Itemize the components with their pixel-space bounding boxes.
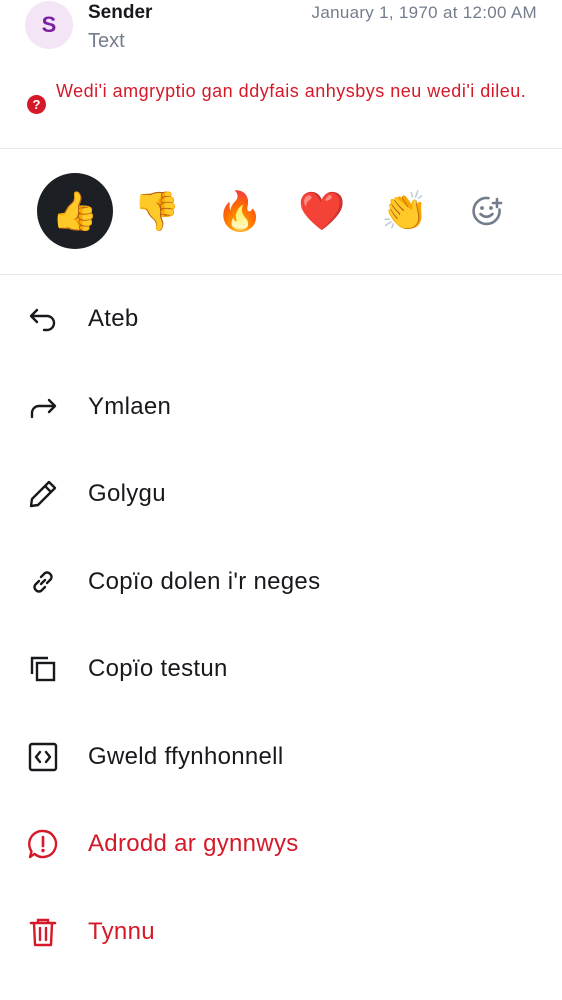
menu-item-label: Copïo dolen i'r neges <box>88 567 321 595</box>
menu-item-report[interactable]: Adrodd ar gynnwys <box>0 800 562 887</box>
add-reaction-icon[interactable] <box>469 193 505 229</box>
menu-item-label: Ateb <box>88 304 139 332</box>
divider <box>0 148 562 149</box>
forward-icon <box>30 398 57 418</box>
copy-icon <box>30 656 56 681</box>
menu-item-label: Ymlaen <box>88 392 172 420</box>
reaction-thumbs-down[interactable]: 👎 <box>119 173 195 249</box>
view-source-icon <box>28 742 58 771</box>
delete-icon <box>29 918 57 946</box>
decryption-error: ? Wedi'i amgryptio gan ddyfais anhysbys … <box>27 78 527 114</box>
menu-item-label: Tynnu <box>88 917 155 945</box>
avatar[interactable]: S <box>25 1 73 49</box>
menu-item-copy-text[interactable]: Copïo testun <box>0 625 562 712</box>
decryption-error-text: Wedi'i amgryptio gan ddyfais anhysbys ne… <box>56 81 527 101</box>
question-icon: ? <box>27 95 46 114</box>
message-timestamp: January 1, 1970 at 12:00 AM <box>311 3 537 22</box>
menu-item-edit[interactable]: Golygu <box>0 450 562 537</box>
menu-item-label: Copïo testun <box>88 654 228 682</box>
menu-item-label: Gweld ffynhonnell <box>88 742 284 770</box>
reaction-fire[interactable]: 🔥 <box>202 173 278 249</box>
menu-item-reply[interactable]: Ateb <box>0 275 562 362</box>
message-header: S Sender January 1, 1970 at 12:00 AM Tex… <box>0 0 562 149</box>
menu-item-view-source[interactable]: Gweld ffynhonnell <box>0 713 562 800</box>
message-body: Text <box>88 30 125 52</box>
menu-item-label: Golygu <box>88 479 166 507</box>
reaction-clapping-hands[interactable]: 👏 <box>367 173 443 249</box>
menu-item-label: Adrodd ar gynnwys <box>88 829 299 857</box>
menu-item-forward[interactable]: Ymlaen <box>0 363 562 450</box>
edit-icon <box>29 480 57 507</box>
menu-item-remove[interactable]: Tynnu <box>0 888 562 975</box>
reaction-heart[interactable]: ❤️ <box>284 173 360 249</box>
quick-reactions: 👍 👎 🔥 ❤️ 👏 <box>0 150 562 274</box>
link-icon <box>33 570 53 593</box>
report-icon <box>28 829 58 858</box>
reaction-thumbs-up[interactable]: 👍 <box>37 173 113 249</box>
sender-name[interactable]: Sender <box>88 2 152 24</box>
reply-icon <box>29 308 56 331</box>
menu-item-copy-link[interactable]: Copïo dolen i'r neges <box>0 538 562 625</box>
